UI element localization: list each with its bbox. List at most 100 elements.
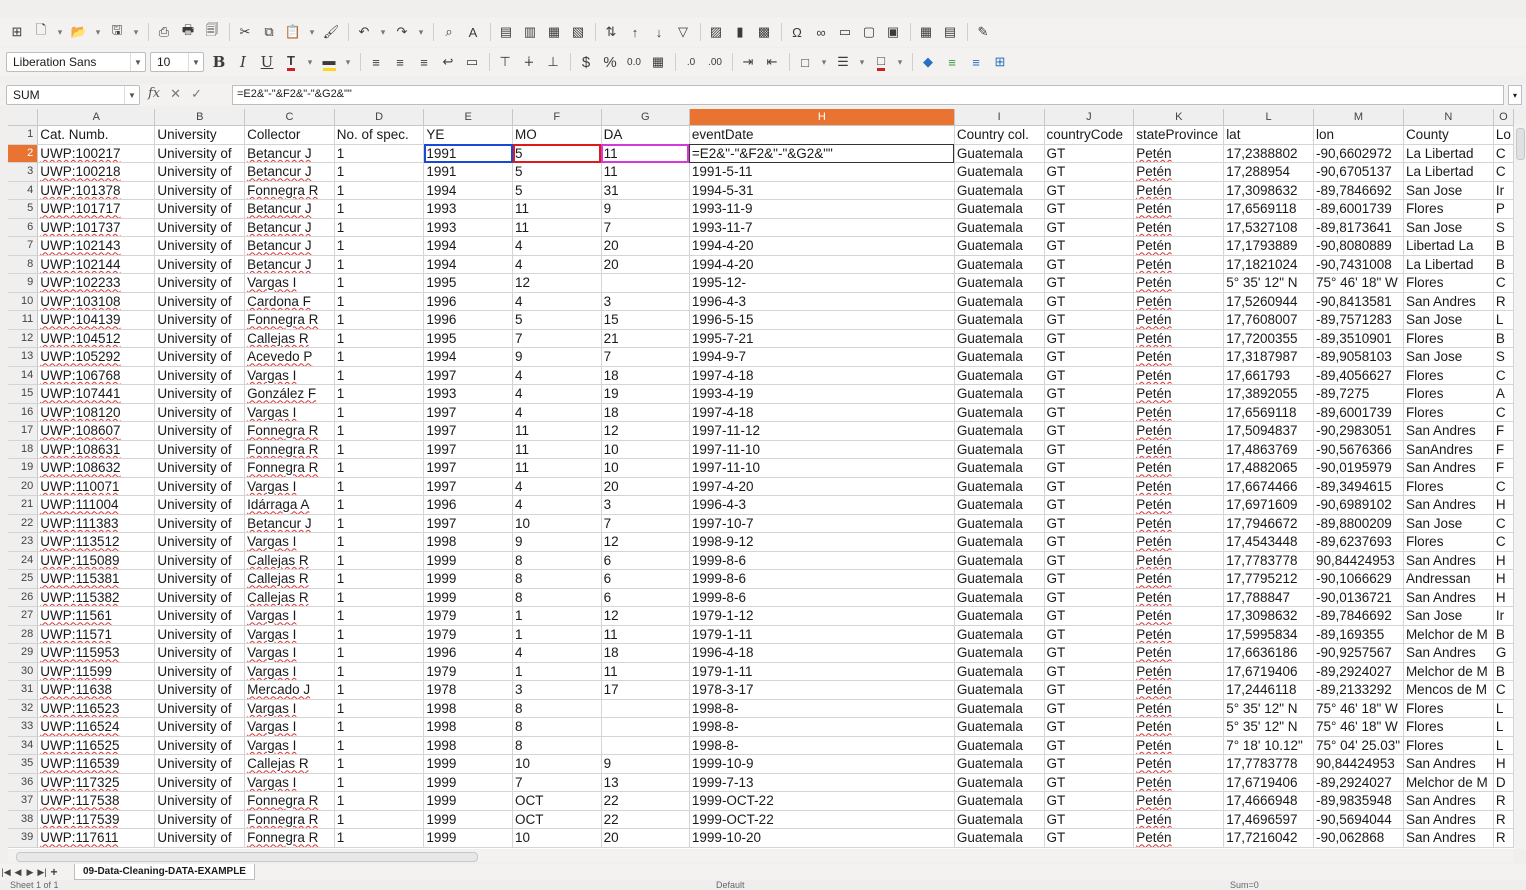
cell-d32[interactable]: 1 xyxy=(334,699,425,718)
cell-n6[interactable]: San Jose xyxy=(1403,218,1494,237)
cell-o39[interactable]: R xyxy=(1493,828,1514,848)
cell-k26[interactable]: Petén xyxy=(1133,588,1225,607)
cell-f3[interactable]: 5 xyxy=(512,162,602,182)
cell-d16[interactable]: 1 xyxy=(334,403,425,422)
cell-h23[interactable]: 1998-9-12 xyxy=(689,532,955,552)
cell-i32[interactable]: Guatemala xyxy=(954,699,1045,718)
cell-b17[interactable]: University of xyxy=(154,421,246,441)
cell-g2[interactable]: 11 xyxy=(601,144,690,163)
cell-d17[interactable]: 1 xyxy=(334,421,425,441)
cell-j4[interactable]: GT xyxy=(1044,181,1135,200)
cell-o3[interactable]: C xyxy=(1493,162,1514,182)
cell-j8[interactable]: GT xyxy=(1044,255,1135,274)
name-box[interactable]: SUM ▼ xyxy=(6,85,140,105)
cell-i5[interactable]: Guatemala xyxy=(954,199,1045,219)
cell-m8[interactable]: -90,7431008 xyxy=(1313,255,1404,274)
cell-a7[interactable]: UWP:102143 xyxy=(37,236,156,256)
font-size-value[interactable]: 10 xyxy=(151,55,188,69)
cell-m39[interactable]: -90,062868 xyxy=(1313,828,1404,848)
cell-e37[interactable]: 1999 xyxy=(423,791,514,811)
cell-o5[interactable]: P xyxy=(1493,199,1514,219)
cell-o20[interactable]: C xyxy=(1493,477,1514,496)
cell-f10[interactable]: 4 xyxy=(512,292,602,311)
cell-d19[interactable]: 1 xyxy=(334,458,425,478)
cell-e32[interactable]: 1998 xyxy=(423,699,514,718)
cell-e39[interactable]: 1999 xyxy=(423,828,514,848)
cell-m12[interactable]: -89,3510901 xyxy=(1313,329,1404,348)
cell-i25[interactable]: Guatemala xyxy=(954,569,1045,589)
cell-k14[interactable]: Petén xyxy=(1133,366,1225,385)
cell-j32[interactable]: GT xyxy=(1044,699,1135,718)
cell-o8[interactable]: B xyxy=(1493,255,1514,274)
cell-d18[interactable]: 1 xyxy=(334,440,425,459)
cell-h11[interactable]: 1996-5-15 xyxy=(689,310,955,330)
cell-h34[interactable]: 1998-8- xyxy=(689,736,955,755)
cell-f18[interactable]: 11 xyxy=(512,440,602,459)
hyperlink-icon[interactable]: ∞ xyxy=(810,21,832,43)
align-left-icon[interactable]: ≡ xyxy=(365,51,387,73)
cell-m31[interactable]: -89,2133292 xyxy=(1313,680,1404,700)
cell-n2[interactable]: La Libertad xyxy=(1403,144,1494,163)
cell-a22[interactable]: UWP:111383 xyxy=(37,514,156,533)
cell-b18[interactable]: University of xyxy=(154,440,246,459)
cell-m15[interactable]: -89,7275 xyxy=(1313,384,1404,404)
cell-d4[interactable]: 1 xyxy=(334,181,425,200)
cell-o34[interactable]: L xyxy=(1493,736,1514,755)
cell-o23[interactable]: C xyxy=(1493,532,1514,552)
column-header-h[interactable]: H xyxy=(689,109,955,126)
cell-k4[interactable]: Petén xyxy=(1133,181,1225,200)
row-header[interactable]: 35 xyxy=(8,754,39,774)
cell-n30[interactable]: Melchor de M xyxy=(1403,662,1494,681)
cell-n27[interactable]: San Jose xyxy=(1403,606,1494,626)
cell-k11[interactable]: Petén xyxy=(1133,310,1225,330)
cell-b37[interactable]: University of xyxy=(154,791,246,811)
cell-c4[interactable]: Fonnegra R xyxy=(244,181,335,200)
styles-icon[interactable]: ≡ xyxy=(941,51,963,73)
cell-o24[interactable]: H xyxy=(1493,551,1514,570)
cell-o21[interactable]: H xyxy=(1493,495,1514,515)
cell-c29[interactable]: Vargas I xyxy=(244,643,335,663)
cell-f35[interactable]: 10 xyxy=(512,754,602,774)
cell-l4[interactable]: 17,3098632 xyxy=(1223,181,1314,200)
cell-g10[interactable]: 3 xyxy=(601,292,690,311)
cell-g36[interactable]: 13 xyxy=(601,773,690,792)
column-header-d[interactable]: D xyxy=(334,109,425,126)
cell-n14[interactable]: Flores xyxy=(1403,366,1494,385)
currency-button[interactable]: $ xyxy=(575,51,597,73)
cell-j22[interactable]: GT xyxy=(1044,514,1135,533)
cell-c28[interactable]: Vargas I xyxy=(244,625,335,644)
merge-cells-icon[interactable]: ▭ xyxy=(461,51,483,73)
cell-l25[interactable]: 17,7795212 xyxy=(1223,569,1314,589)
row-header[interactable]: 28 xyxy=(8,625,39,644)
cell-g6[interactable]: 7 xyxy=(601,218,690,237)
cell-f32[interactable]: 8 xyxy=(512,699,602,718)
cell-f28[interactable]: 1 xyxy=(512,625,602,644)
column-delete-icon[interactable]: ▧ xyxy=(567,21,589,43)
cell-m26[interactable]: -90,0136721 xyxy=(1313,588,1404,607)
cell-k7[interactable]: Petén xyxy=(1133,236,1225,256)
cell-b26[interactable]: University of xyxy=(154,588,246,607)
cell-i31[interactable]: Guatemala xyxy=(954,680,1045,700)
cell-k1[interactable]: stateProvince xyxy=(1133,125,1225,145)
cell-m33[interactable]: 75° 46' 18" W xyxy=(1313,717,1404,737)
cell-f19[interactable]: 11 xyxy=(512,458,602,478)
cell-k16[interactable]: Petén xyxy=(1133,403,1225,422)
cell-j18[interactable]: GT xyxy=(1044,440,1135,459)
cell-b32[interactable]: University of xyxy=(154,699,246,718)
cell-i8[interactable]: Guatemala xyxy=(954,255,1045,274)
cell-c21[interactable]: Idárraga A xyxy=(244,495,335,515)
cell-e2[interactable]: 1991 xyxy=(423,144,514,163)
cell-m3[interactable]: -90,6705137 xyxy=(1313,162,1404,182)
cell-h39[interactable]: 1999-10-20 xyxy=(689,828,955,848)
row-header[interactable]: 29 xyxy=(8,643,39,663)
row-header[interactable]: 3 xyxy=(8,162,39,182)
cell-e22[interactable]: 1997 xyxy=(423,514,514,533)
cell-c9[interactable]: Vargas I xyxy=(244,273,335,293)
cell-d21[interactable]: 1 xyxy=(334,495,425,515)
cell-m22[interactable]: -89,8800209 xyxy=(1313,514,1404,533)
cell-j21[interactable]: GT xyxy=(1044,495,1135,515)
cell-h24[interactable]: 1999-8-6 xyxy=(689,551,955,570)
cell-l9[interactable]: 5° 35' 12" N xyxy=(1223,273,1314,293)
chevron-down-icon[interactable]: ▼ xyxy=(188,53,203,71)
grid-lines-icon[interactable]: ⊞ xyxy=(989,51,1011,73)
